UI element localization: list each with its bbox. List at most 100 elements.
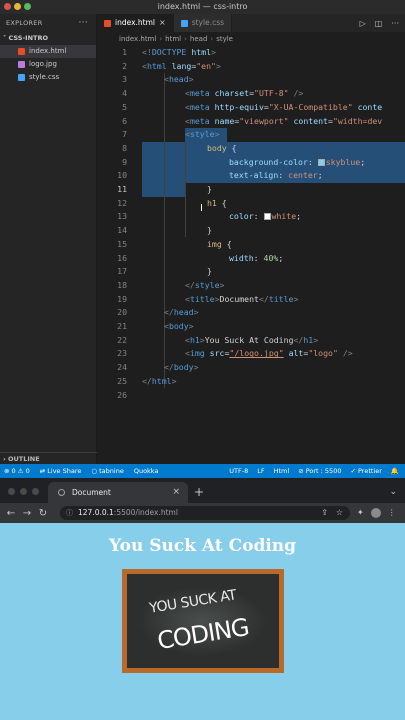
line-number: 1	[122, 47, 127, 57]
chevron-down-icon: ˅	[3, 34, 7, 42]
reload-icon[interactable]: ↻	[38, 508, 48, 519]
address-bar[interactable]: ⓘ 127.0.0.1:5500/index.html ⇪ ☆	[60, 506, 350, 520]
browser-tab-document[interactable]: Document ×	[48, 482, 188, 503]
line-number: 25	[117, 375, 127, 386]
editor-tabs: index.html × style.css ▷ ◫ ···	[97, 14, 405, 32]
html-file-icon	[104, 19, 111, 27]
line-number: 6	[122, 115, 127, 126]
close-tab-icon[interactable]: ×	[159, 14, 166, 32]
bookmark-star-icon[interactable]: ☆	[336, 506, 343, 520]
maximize-window-button[interactable]	[32, 488, 39, 495]
code-line: 26	[97, 389, 405, 403]
explorer-header: EXPLORER ···	[0, 14, 96, 32]
tabnine-status[interactable]: ○ tabnine	[91, 464, 123, 478]
line-number: 15	[117, 238, 127, 249]
run-icon[interactable]: ▷	[360, 19, 366, 28]
more-actions-icon[interactable]: ···	[391, 19, 399, 28]
maximize-window-button[interactable]	[24, 3, 31, 10]
code-line: 11}	[97, 183, 405, 197]
new-tab-button[interactable]: +	[194, 482, 204, 503]
check-icon: ✓	[350, 467, 358, 475]
code-line: 24 </body>	[97, 361, 405, 375]
code-line: 3 <head>	[97, 73, 405, 87]
breadcrumb-separator-icon: ›	[159, 35, 163, 43]
code-line: 22 <h1>You Suck At Coding</h1>	[97, 334, 405, 348]
browser-window: Document × + ⌄ ← → ↻ ⓘ 127.0.0.1:5500/in…	[0, 478, 405, 720]
file-label: style.css	[29, 73, 60, 81]
minimize-window-button[interactable]	[20, 488, 27, 495]
code-line: 2 <html lang="en">	[97, 60, 405, 74]
tab-style-css[interactable]: style.css	[173, 14, 233, 32]
file-item-logo-jpg[interactable]: logo.jpg	[0, 58, 96, 71]
profile-avatar[interactable]	[370, 508, 381, 518]
code-editor[interactable]: 1 <!DOCTYPE html> 2 <html lang="en"> 3 <hea…	[97, 46, 405, 454]
problems-status[interactable]: ⊗ 0 ⚠ 0	[4, 464, 30, 478]
line-number: 5	[122, 101, 127, 112]
line-number: 7	[122, 129, 127, 140]
editor-actions: ▷ ◫ ···	[360, 14, 405, 32]
split-editor-icon[interactable]: ◫	[375, 19, 383, 28]
code-line: 18 </style>	[97, 279, 405, 293]
line-number: 17	[117, 266, 127, 277]
close-window-button[interactable]	[8, 488, 15, 495]
tab-label: index.html	[115, 18, 155, 27]
folder-css-intro[interactable]: ˅ CSS-INTRO	[0, 32, 96, 45]
live-share-status[interactable]: ⇄ Live Share	[40, 464, 82, 478]
line-number: 12	[117, 197, 127, 208]
css-file-icon	[18, 74, 25, 81]
color-swatch-icon[interactable]	[263, 213, 271, 221]
code-line: 4 <meta charset="UTF-8" />	[97, 87, 405, 101]
globe-icon	[58, 489, 65, 496]
notifications-icon[interactable]: 🔔	[391, 464, 399, 478]
html-file-icon	[18, 48, 25, 55]
close-tab-icon[interactable]: ×	[172, 482, 180, 503]
line-number: 13	[117, 211, 127, 222]
vscode-window: index.html — css-intro EXPLORER ··· ˅ CS…	[0, 0, 405, 478]
outline-section[interactable]: › OUTLINE	[0, 452, 97, 464]
browser-menu-icon[interactable]: ⋮	[388, 508, 396, 518]
tab-search-icon[interactable]: ⌄	[389, 482, 397, 503]
breadcrumb-item[interactable]: head	[190, 32, 207, 46]
code-line: 1 <!DOCTYPE html>	[97, 46, 405, 60]
browser-tab-title: Document	[72, 488, 111, 497]
minimize-window-button[interactable]	[14, 3, 21, 10]
chalkboard-logo-image: YOU SUCK AT CODING	[122, 569, 284, 673]
encoding-status[interactable]: UTF-8	[229, 464, 248, 478]
language-status[interactable]: Html	[274, 464, 290, 478]
tabnine-icon: ○	[91, 467, 100, 475]
share-icon[interactable]: ⇪	[321, 506, 328, 520]
code-line: 7 <style>	[97, 128, 405, 142]
file-item-style-css[interactable]: style.css	[0, 71, 96, 84]
back-arrow-icon[interactable]: ←	[6, 508, 16, 519]
extensions-puzzle-icon[interactable]: ✦	[357, 508, 364, 518]
close-window-button[interactable]	[4, 3, 11, 10]
code-line: 23 <img src="/logo.jpg" alt="logo" />	[97, 347, 405, 361]
code-line: 16 width: 40%;	[97, 252, 405, 266]
line-number: 23	[117, 348, 127, 359]
quokka-status[interactable]: Quokka	[134, 464, 159, 478]
file-item-index-html[interactable]: index.html	[0, 45, 96, 58]
code-line: 8 body {	[97, 142, 405, 156]
color-swatch-icon[interactable]	[317, 158, 325, 166]
outline-label: OUTLINE	[7, 455, 40, 463]
url-path: :5500/index.html	[113, 508, 178, 517]
breadcrumb-separator-icon: ›	[210, 35, 214, 43]
prettier-status[interactable]: ✓ Prettier	[350, 464, 381, 478]
line-number: 9	[122, 156, 127, 167]
line-number: 2	[122, 60, 127, 71]
breadcrumb-item[interactable]: html	[165, 32, 181, 46]
tab-index-html[interactable]: index.html ×	[97, 14, 174, 32]
line-number: 16	[117, 252, 127, 263]
window-controls	[4, 3, 31, 10]
line-number: 11	[117, 184, 127, 194]
breadcrumb-item[interactable]: index.html	[119, 32, 156, 46]
more-actions-icon[interactable]: ···	[79, 14, 88, 32]
forward-arrow-icon[interactable]: →	[22, 508, 32, 519]
code-line: 12 h1 {	[97, 197, 405, 211]
code-line: 19 <title>Document</title>	[97, 293, 405, 307]
breadcrumb-item[interactable]: style	[216, 32, 233, 46]
site-info-icon[interactable]: ⓘ	[66, 506, 73, 520]
eol-status[interactable]: LF	[257, 464, 264, 478]
line-number: 24	[117, 362, 127, 373]
live-server-status[interactable]: ⊘ Port : 5500	[298, 464, 341, 478]
